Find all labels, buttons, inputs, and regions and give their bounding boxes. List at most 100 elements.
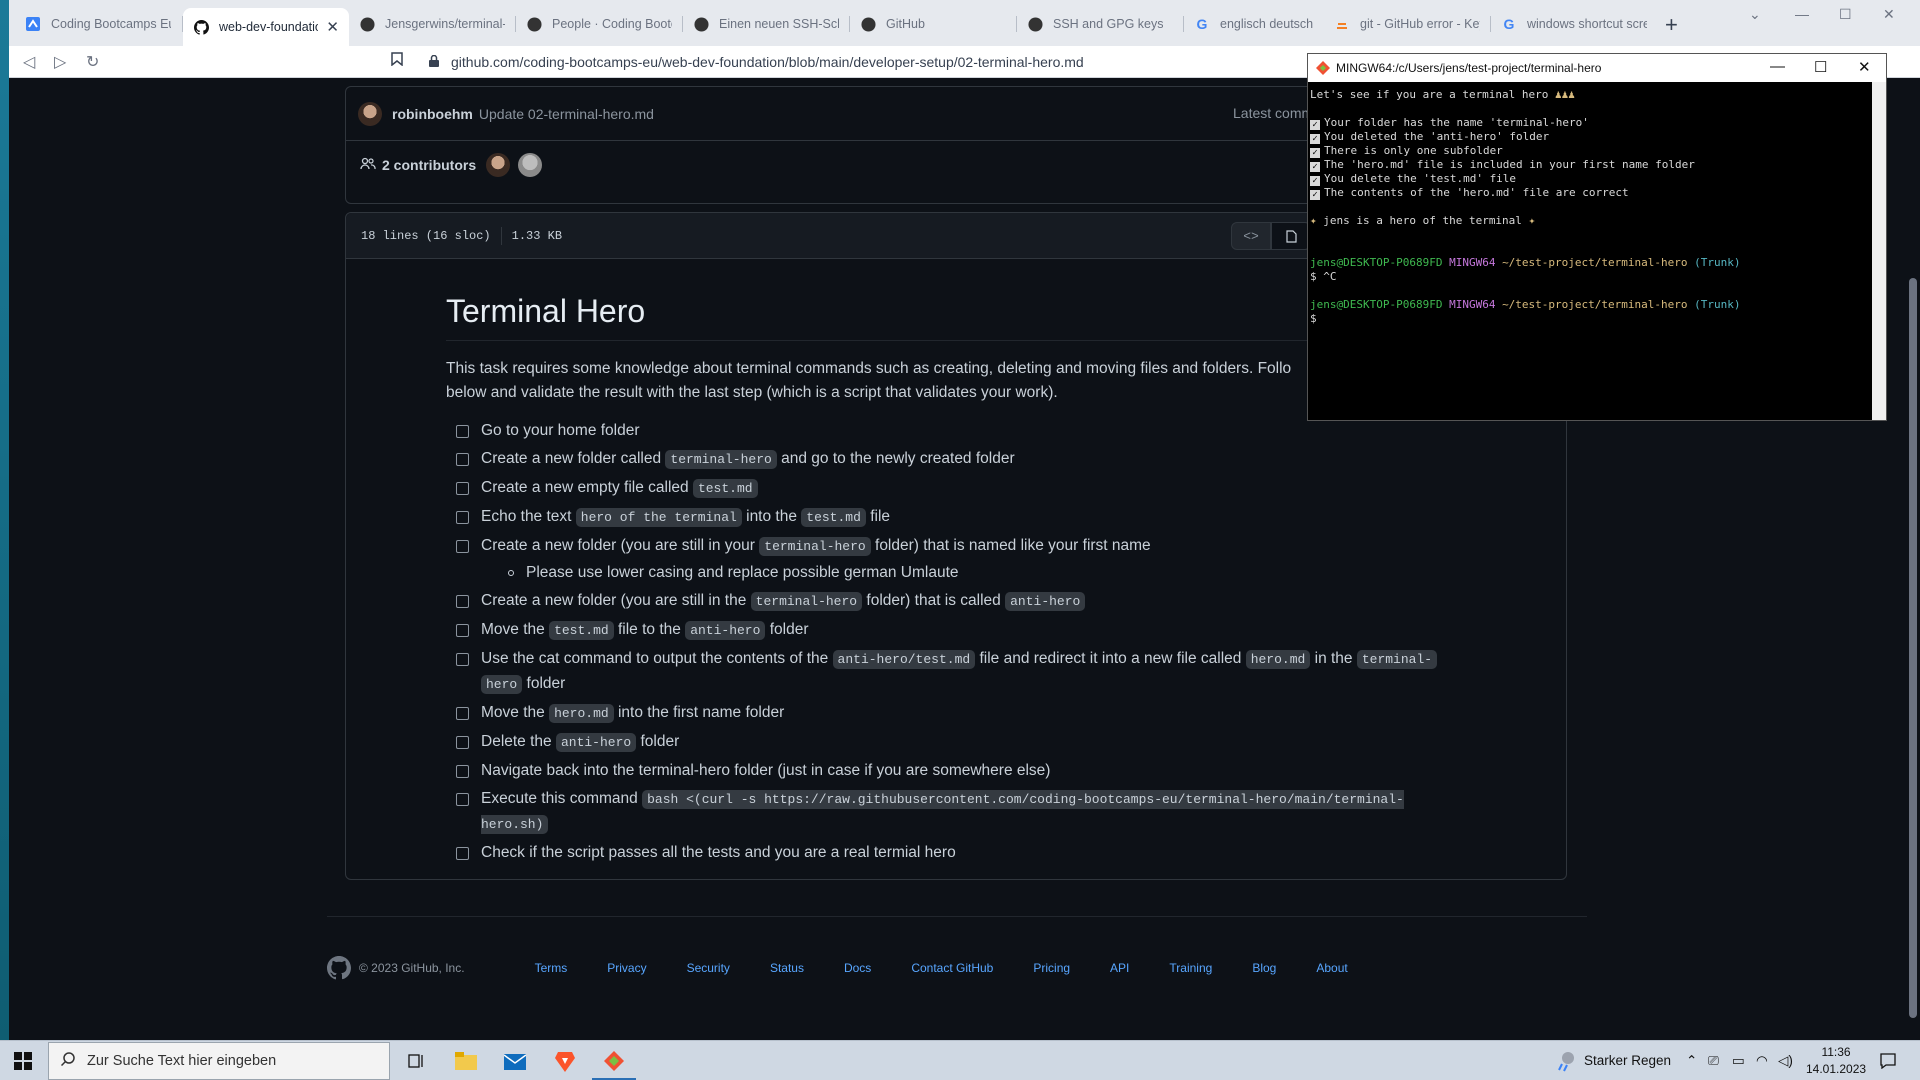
search-placeholder: Zur Suche Text hier eingeben: [87, 1053, 277, 1069]
minimize-icon[interactable]: —: [1770, 58, 1785, 75]
minimize-icon[interactable]: —: [1795, 6, 1809, 22]
avatar[interactable]: [486, 153, 511, 177]
tab-label: Jensgerwins/terminal-h: [385, 17, 505, 31]
people-icon: [360, 157, 376, 174]
terminal-scrollbar[interactable]: [1872, 82, 1886, 420]
task-checkbox[interactable]: [456, 847, 469, 860]
task-checkbox[interactable]: [456, 653, 469, 666]
terminal-titlebar[interactable]: MINGW64:/c/Users/jens/test-project/termi…: [1308, 54, 1886, 82]
task-checkbox[interactable]: [456, 707, 469, 720]
meet-icon[interactable]: ⎚: [1708, 1053, 1719, 1069]
clock[interactable]: 11:36 14.01.2023: [1806, 1044, 1866, 1078]
windows-start-icon[interactable]: [14, 1052, 32, 1073]
task-item: Create a new empty file called test.md: [446, 476, 1466, 501]
tab-ssh-key[interactable]: Einen neuen SSH-Schlü: [683, 8, 849, 40]
reload-icon[interactable]: ↻: [86, 52, 99, 72]
file-view-icon[interactable]: [1271, 222, 1311, 250]
terminal-window[interactable]: MINGW64:/c/Users/jens/test-project/termi…: [1307, 53, 1887, 421]
terminal-output[interactable]: Let's see if you are a terminal hero ♟♟♟…: [1310, 88, 1870, 326]
footer-link-training[interactable]: Training: [1169, 961, 1212, 975]
tab-people[interactable]: People · Coding Bootca: [516, 8, 682, 40]
avatar[interactable]: [358, 101, 382, 126]
tab-ssh-gpg[interactable]: SSH and GPG keys: [1017, 8, 1183, 40]
tab-git-error[interactable]: git - GitHub error - Key: [1324, 8, 1490, 40]
contributors-count[interactable]: 2 contributors: [382, 157, 476, 173]
footer-link-status[interactable]: Status: [770, 961, 804, 975]
file-size: 1.33 KB: [511, 228, 563, 243]
forward-icon[interactable]: ▷: [54, 52, 66, 72]
task-item: Navigate back into the terminal-hero fol…: [446, 759, 1466, 783]
tab-coding-bootcamps[interactable]: Coding Bootcamps Euro: [15, 8, 181, 40]
footer-link-about[interactable]: About: [1316, 961, 1347, 975]
task-item: Move the test.md file to the anti-hero f…: [446, 618, 1466, 643]
taskbar: Zur Suche Text hier eingeben Starker Reg…: [0, 1040, 1920, 1080]
footer-link-api[interactable]: API: [1110, 961, 1129, 975]
task-checkbox[interactable]: [456, 453, 469, 466]
taskbar-search[interactable]: Zur Suche Text hier eingeben: [48, 1042, 390, 1080]
task-checkbox[interactable]: [456, 425, 469, 438]
footer-link-blog[interactable]: Blog: [1252, 961, 1276, 975]
git-bash-icon[interactable]: [592, 1049, 636, 1080]
terminal-intro: Let's see if you are a terminal hero: [1310, 88, 1549, 101]
task-checkbox[interactable]: [456, 736, 469, 749]
close-tab-icon[interactable]: ✕: [326, 18, 339, 36]
close-window-icon[interactable]: ✕: [1883, 6, 1895, 23]
task-view-icon[interactable]: [405, 1049, 429, 1073]
bookmark-icon[interactable]: [391, 52, 403, 71]
footer-link-contact[interactable]: Contact GitHub: [911, 961, 993, 975]
footer-link-security[interactable]: Security: [687, 961, 730, 975]
tab-label: Coding Bootcamps Euro: [51, 17, 171, 31]
clock-date: 14.01.2023: [1806, 1062, 1867, 1076]
maximize-icon[interactable]: ☐: [1839, 6, 1852, 23]
chevron-down-icon[interactable]: ⌄: [1749, 6, 1761, 23]
weather-icon[interactable]: [1556, 1050, 1578, 1075]
chevron-up-icon[interactable]: ⌃: [1686, 1053, 1697, 1069]
avatar[interactable]: [518, 153, 543, 177]
task-checkbox[interactable]: [456, 595, 469, 608]
bootcamp-icon: [25, 16, 41, 32]
battery-icon[interactable]: ▭: [1732, 1053, 1745, 1069]
tab-bar: Coding Bootcamps Euro web-dev-foundatio …: [9, 0, 1920, 46]
url-bar[interactable]: github.com/coding-bootcamps-eu/web-dev-f…: [429, 50, 1329, 74]
task-checkbox[interactable]: [456, 765, 469, 778]
task-item: Check if the script passes all the tests…: [446, 841, 1466, 865]
task-checkbox[interactable]: [456, 793, 469, 806]
brave-browser-icon[interactable]: [553, 1049, 577, 1073]
task-subitem: Please use lower casing and replace poss…: [446, 561, 1466, 585]
notification-icon[interactable]: [1880, 1053, 1896, 1072]
footer-link-docs[interactable]: Docs: [844, 961, 871, 975]
task-checkbox[interactable]: [456, 511, 469, 524]
task-item: Execute this command bash <(curl -s http…: [446, 787, 1466, 837]
tab-windows-shortcut[interactable]: G windows shortcut scree: [1491, 8, 1657, 40]
tab-translate[interactable]: G englisch deutsch übers: [1184, 8, 1324, 40]
task-checkbox[interactable]: [456, 482, 469, 495]
footer-link-privacy[interactable]: Privacy: [607, 961, 646, 975]
page-footer: © 2023 GitHub, Inc. Terms Privacy Securi…: [327, 956, 1587, 980]
code-view-icon[interactable]: <>: [1231, 222, 1271, 250]
volume-icon[interactable]: ◁): [1778, 1053, 1793, 1069]
tab-terminal-hero-repo[interactable]: Jensgerwins/terminal-h: [349, 8, 515, 40]
page-scrollbar[interactable]: [1906, 78, 1920, 1040]
task-item: Move the hero.md into the first name fol…: [446, 701, 1466, 726]
footer-link-pricing[interactable]: Pricing: [1033, 961, 1070, 975]
commit-message[interactable]: Update 02-terminal-hero.md: [479, 106, 654, 122]
footer-link-terms[interactable]: Terms: [535, 961, 568, 975]
file-explorer-icon[interactable]: [454, 1049, 478, 1073]
commit-author[interactable]: robinboehm: [392, 106, 473, 122]
tab-github[interactable]: GitHub: [850, 8, 1016, 40]
back-icon[interactable]: ◁: [23, 52, 35, 72]
close-icon[interactable]: ✕: [1858, 58, 1871, 76]
tab-label: windows shortcut scree: [1527, 17, 1647, 31]
task-checkbox[interactable]: [456, 624, 469, 637]
wifi-icon[interactable]: ◠: [1756, 1053, 1768, 1069]
latest-commit[interactable]: Latest comm: [1233, 105, 1313, 121]
tab-label: GitHub: [886, 17, 925, 31]
maximize-icon[interactable]: ☐: [1814, 58, 1827, 76]
new-tab-button[interactable]: +: [1665, 12, 1678, 38]
tab-web-dev-foundation[interactable]: web-dev-foundatio ✕: [183, 8, 349, 46]
task-checkbox[interactable]: [456, 540, 469, 553]
github-logo-icon[interactable]: [327, 956, 351, 980]
weather-text[interactable]: Starker Regen: [1584, 1053, 1671, 1068]
mail-icon[interactable]: [503, 1049, 527, 1073]
lock-icon: [429, 54, 439, 70]
